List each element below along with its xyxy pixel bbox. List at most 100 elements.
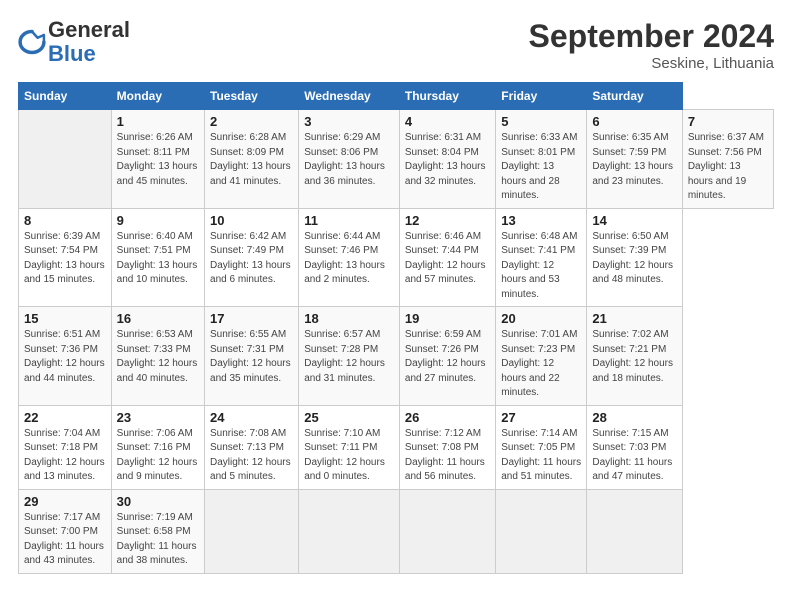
calendar-header: Sunday Monday Tuesday Wednesday Thursday… <box>19 83 774 110</box>
col-friday: Friday <box>496 83 587 110</box>
calendar-cell <box>19 110 112 209</box>
calendar-cell: 20 Sunrise: 7:01 AMSunset: 7:23 PMDaylig… <box>496 307 587 406</box>
calendar-cell: 5 Sunrise: 6:33 AMSunset: 8:01 PMDayligh… <box>496 110 587 209</box>
day-detail: Sunrise: 6:28 AMSunset: 8:09 PMDaylight:… <box>210 132 291 187</box>
calendar-cell: 23 Sunrise: 7:06 AMSunset: 7:16 PMDaylig… <box>111 405 204 489</box>
day-detail: Sunrise: 6:59 AMSunset: 7:26 PMDaylight:… <box>405 329 486 384</box>
calendar-cell: 18 Sunrise: 6:57 AMSunset: 7:28 PMDaylig… <box>299 307 400 406</box>
day-number: 24 <box>210 410 293 425</box>
calendar-cell: 19 Sunrise: 6:59 AMSunset: 7:26 PMDaylig… <box>399 307 495 406</box>
day-detail: Sunrise: 7:14 AMSunset: 7:05 PMDaylight:… <box>501 428 581 483</box>
day-detail: Sunrise: 6:46 AMSunset: 7:44 PMDaylight:… <box>405 231 486 286</box>
day-detail: Sunrise: 6:40 AMSunset: 7:51 PMDaylight:… <box>117 231 198 286</box>
day-detail: Sunrise: 6:31 AMSunset: 8:04 PMDaylight:… <box>405 132 486 187</box>
day-detail: Sunrise: 6:29 AMSunset: 8:06 PMDaylight:… <box>304 132 385 187</box>
day-number: 12 <box>405 213 490 228</box>
calendar-cell: 22 Sunrise: 7:04 AMSunset: 7:18 PMDaylig… <box>19 405 112 489</box>
day-detail: Sunrise: 7:17 AMSunset: 7:00 PMDaylight:… <box>24 512 104 567</box>
calendar-cell: 4 Sunrise: 6:31 AMSunset: 8:04 PMDayligh… <box>399 110 495 209</box>
day-number: 4 <box>405 114 490 129</box>
day-detail: Sunrise: 7:02 AMSunset: 7:21 PMDaylight:… <box>592 329 673 384</box>
day-detail: Sunrise: 6:50 AMSunset: 7:39 PMDaylight:… <box>592 231 673 286</box>
day-number: 25 <box>304 410 394 425</box>
day-number: 20 <box>501 311 581 326</box>
calendar-cell: 25 Sunrise: 7:10 AMSunset: 7:11 PMDaylig… <box>299 405 400 489</box>
day-detail: Sunrise: 6:53 AMSunset: 7:33 PMDaylight:… <box>117 329 198 384</box>
calendar-week-1: 1 Sunrise: 6:26 AMSunset: 8:11 PMDayligh… <box>19 110 774 209</box>
day-number: 9 <box>117 213 199 228</box>
calendar-week-4: 22 Sunrise: 7:04 AMSunset: 7:18 PMDaylig… <box>19 405 774 489</box>
day-detail: Sunrise: 7:08 AMSunset: 7:13 PMDaylight:… <box>210 428 291 483</box>
day-number: 3 <box>304 114 394 129</box>
calendar-table: Sunday Monday Tuesday Wednesday Thursday… <box>18 82 774 574</box>
calendar-cell: 2 Sunrise: 6:28 AMSunset: 8:09 PMDayligh… <box>205 110 299 209</box>
day-number: 8 <box>24 213 106 228</box>
day-number: 1 <box>117 114 199 129</box>
day-detail: Sunrise: 6:26 AMSunset: 8:11 PMDaylight:… <box>117 132 198 187</box>
day-detail: Sunrise: 7:19 AMSunset: 6:58 PMDaylight:… <box>117 512 197 567</box>
calendar-cell: 1 Sunrise: 6:26 AMSunset: 8:11 PMDayligh… <box>111 110 204 209</box>
day-number: 14 <box>592 213 676 228</box>
day-number: 30 <box>117 494 199 509</box>
calendar-cell <box>587 489 682 573</box>
calendar-cell <box>205 489 299 573</box>
calendar-cell: 13 Sunrise: 6:48 AMSunset: 7:41 PMDaylig… <box>496 208 587 307</box>
calendar-cell: 6 Sunrise: 6:35 AMSunset: 7:59 PMDayligh… <box>587 110 682 209</box>
day-detail: Sunrise: 7:15 AMSunset: 7:03 PMDaylight:… <box>592 428 672 483</box>
day-detail: Sunrise: 6:44 AMSunset: 7:46 PMDaylight:… <box>304 231 385 286</box>
calendar-cell: 10 Sunrise: 6:42 AMSunset: 7:49 PMDaylig… <box>205 208 299 307</box>
calendar-cell <box>399 489 495 573</box>
logo: General Blue <box>18 18 130 66</box>
day-number: 16 <box>117 311 199 326</box>
page: General Blue September 2024 Seskine, Lit… <box>0 0 792 584</box>
calendar-cell: 17 Sunrise: 6:55 AMSunset: 7:31 PMDaylig… <box>205 307 299 406</box>
calendar-cell: 27 Sunrise: 7:14 AMSunset: 7:05 PMDaylig… <box>496 405 587 489</box>
day-number: 15 <box>24 311 106 326</box>
calendar-cell: 14 Sunrise: 6:50 AMSunset: 7:39 PMDaylig… <box>587 208 682 307</box>
day-detail: Sunrise: 6:35 AMSunset: 7:59 PMDaylight:… <box>592 132 673 187</box>
col-saturday: Saturday <box>587 83 682 110</box>
col-monday: Monday <box>111 83 204 110</box>
calendar-body: 1 Sunrise: 6:26 AMSunset: 8:11 PMDayligh… <box>19 110 774 574</box>
logo-icon <box>18 28 46 56</box>
day-number: 19 <box>405 311 490 326</box>
calendar-cell: 26 Sunrise: 7:12 AMSunset: 7:08 PMDaylig… <box>399 405 495 489</box>
calendar-week-5: 29 Sunrise: 7:17 AMSunset: 7:00 PMDaylig… <box>19 489 774 573</box>
calendar-cell: 29 Sunrise: 7:17 AMSunset: 7:00 PMDaylig… <box>19 489 112 573</box>
calendar-cell <box>496 489 587 573</box>
day-detail: Sunrise: 6:55 AMSunset: 7:31 PMDaylight:… <box>210 329 291 384</box>
day-number: 6 <box>592 114 676 129</box>
calendar-cell: 8 Sunrise: 6:39 AMSunset: 7:54 PMDayligh… <box>19 208 112 307</box>
logo-general: General <box>48 17 130 42</box>
day-detail: Sunrise: 6:51 AMSunset: 7:36 PMDaylight:… <box>24 329 105 384</box>
day-detail: Sunrise: 6:42 AMSunset: 7:49 PMDaylight:… <box>210 231 291 286</box>
location: Seskine, Lithuania <box>529 55 774 72</box>
header-row: Sunday Monday Tuesday Wednesday Thursday… <box>19 83 774 110</box>
day-number: 18 <box>304 311 394 326</box>
calendar-cell: 12 Sunrise: 6:46 AMSunset: 7:44 PMDaylig… <box>399 208 495 307</box>
day-number: 27 <box>501 410 581 425</box>
day-number: 5 <box>501 114 581 129</box>
calendar-cell: 16 Sunrise: 6:53 AMSunset: 7:33 PMDaylig… <box>111 307 204 406</box>
day-detail: Sunrise: 6:37 AMSunset: 7:56 PMDaylight:… <box>688 132 764 201</box>
col-sunday: Sunday <box>19 83 112 110</box>
day-detail: Sunrise: 7:06 AMSunset: 7:16 PMDaylight:… <box>117 428 198 483</box>
calendar-cell: 3 Sunrise: 6:29 AMSunset: 8:06 PMDayligh… <box>299 110 400 209</box>
day-detail: Sunrise: 7:04 AMSunset: 7:18 PMDaylight:… <box>24 428 105 483</box>
day-number: 11 <box>304 213 394 228</box>
day-detail: Sunrise: 6:48 AMSunset: 7:41 PMDaylight:… <box>501 231 577 300</box>
col-thursday: Thursday <box>399 83 495 110</box>
title-area: September 2024 Seskine, Lithuania <box>529 18 774 72</box>
day-number: 2 <box>210 114 293 129</box>
month-title: September 2024 <box>529 18 774 55</box>
day-detail: Sunrise: 7:01 AMSunset: 7:23 PMDaylight:… <box>501 329 577 398</box>
day-number: 7 <box>688 114 768 129</box>
logo-text: General Blue <box>48 18 130 66</box>
day-number: 26 <box>405 410 490 425</box>
calendar-cell: 24 Sunrise: 7:08 AMSunset: 7:13 PMDaylig… <box>205 405 299 489</box>
calendar-cell <box>299 489 400 573</box>
calendar-cell: 28 Sunrise: 7:15 AMSunset: 7:03 PMDaylig… <box>587 405 682 489</box>
col-wednesday: Wednesday <box>299 83 400 110</box>
calendar-cell: 15 Sunrise: 6:51 AMSunset: 7:36 PMDaylig… <box>19 307 112 406</box>
col-tuesday: Tuesday <box>205 83 299 110</box>
